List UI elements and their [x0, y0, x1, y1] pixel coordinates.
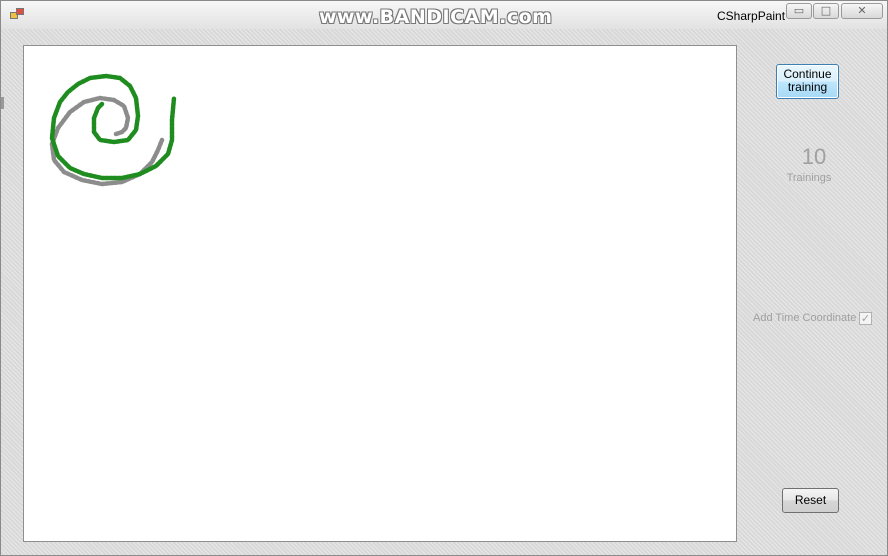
- reset-button[interactable]: Reset: [782, 488, 839, 513]
- window-edge-marker: [1, 97, 4, 109]
- drawn-spiral-stroke: [49, 73, 177, 181]
- checkmark-icon: ✓: [860, 312, 871, 325]
- window-title: CSharpPaint: [717, 9, 786, 23]
- title-bar: www.BANDICAM.com CSharpPaint ▭ □ ✕: [1, 1, 887, 29]
- time-coordinate-label: Add Time Coordinate: [753, 312, 857, 324]
- app-icon: [10, 8, 24, 20]
- trainings-count: 10: [801, 144, 827, 169]
- minimize-icon: ▭: [793, 4, 805, 17]
- minimize-button[interactable]: ▭: [786, 3, 812, 19]
- continue-training-button[interactable]: Continue training: [776, 64, 839, 99]
- trainings-label: Trainings: [786, 172, 832, 184]
- maximize-button[interactable]: □: [813, 3, 839, 19]
- watermark-text: www.BANDICAM.com: [319, 6, 553, 28]
- maximize-icon: □: [820, 4, 832, 17]
- time-coordinate-checkbox[interactable]: ✓: [859, 312, 872, 325]
- close-icon: ✕: [857, 4, 867, 17]
- close-button[interactable]: ✕: [841, 3, 883, 19]
- app-window: www.BANDICAM.com CSharpPaint ▭ □ ✕ Conti…: [0, 0, 888, 556]
- drawing-canvas[interactable]: [23, 45, 737, 542]
